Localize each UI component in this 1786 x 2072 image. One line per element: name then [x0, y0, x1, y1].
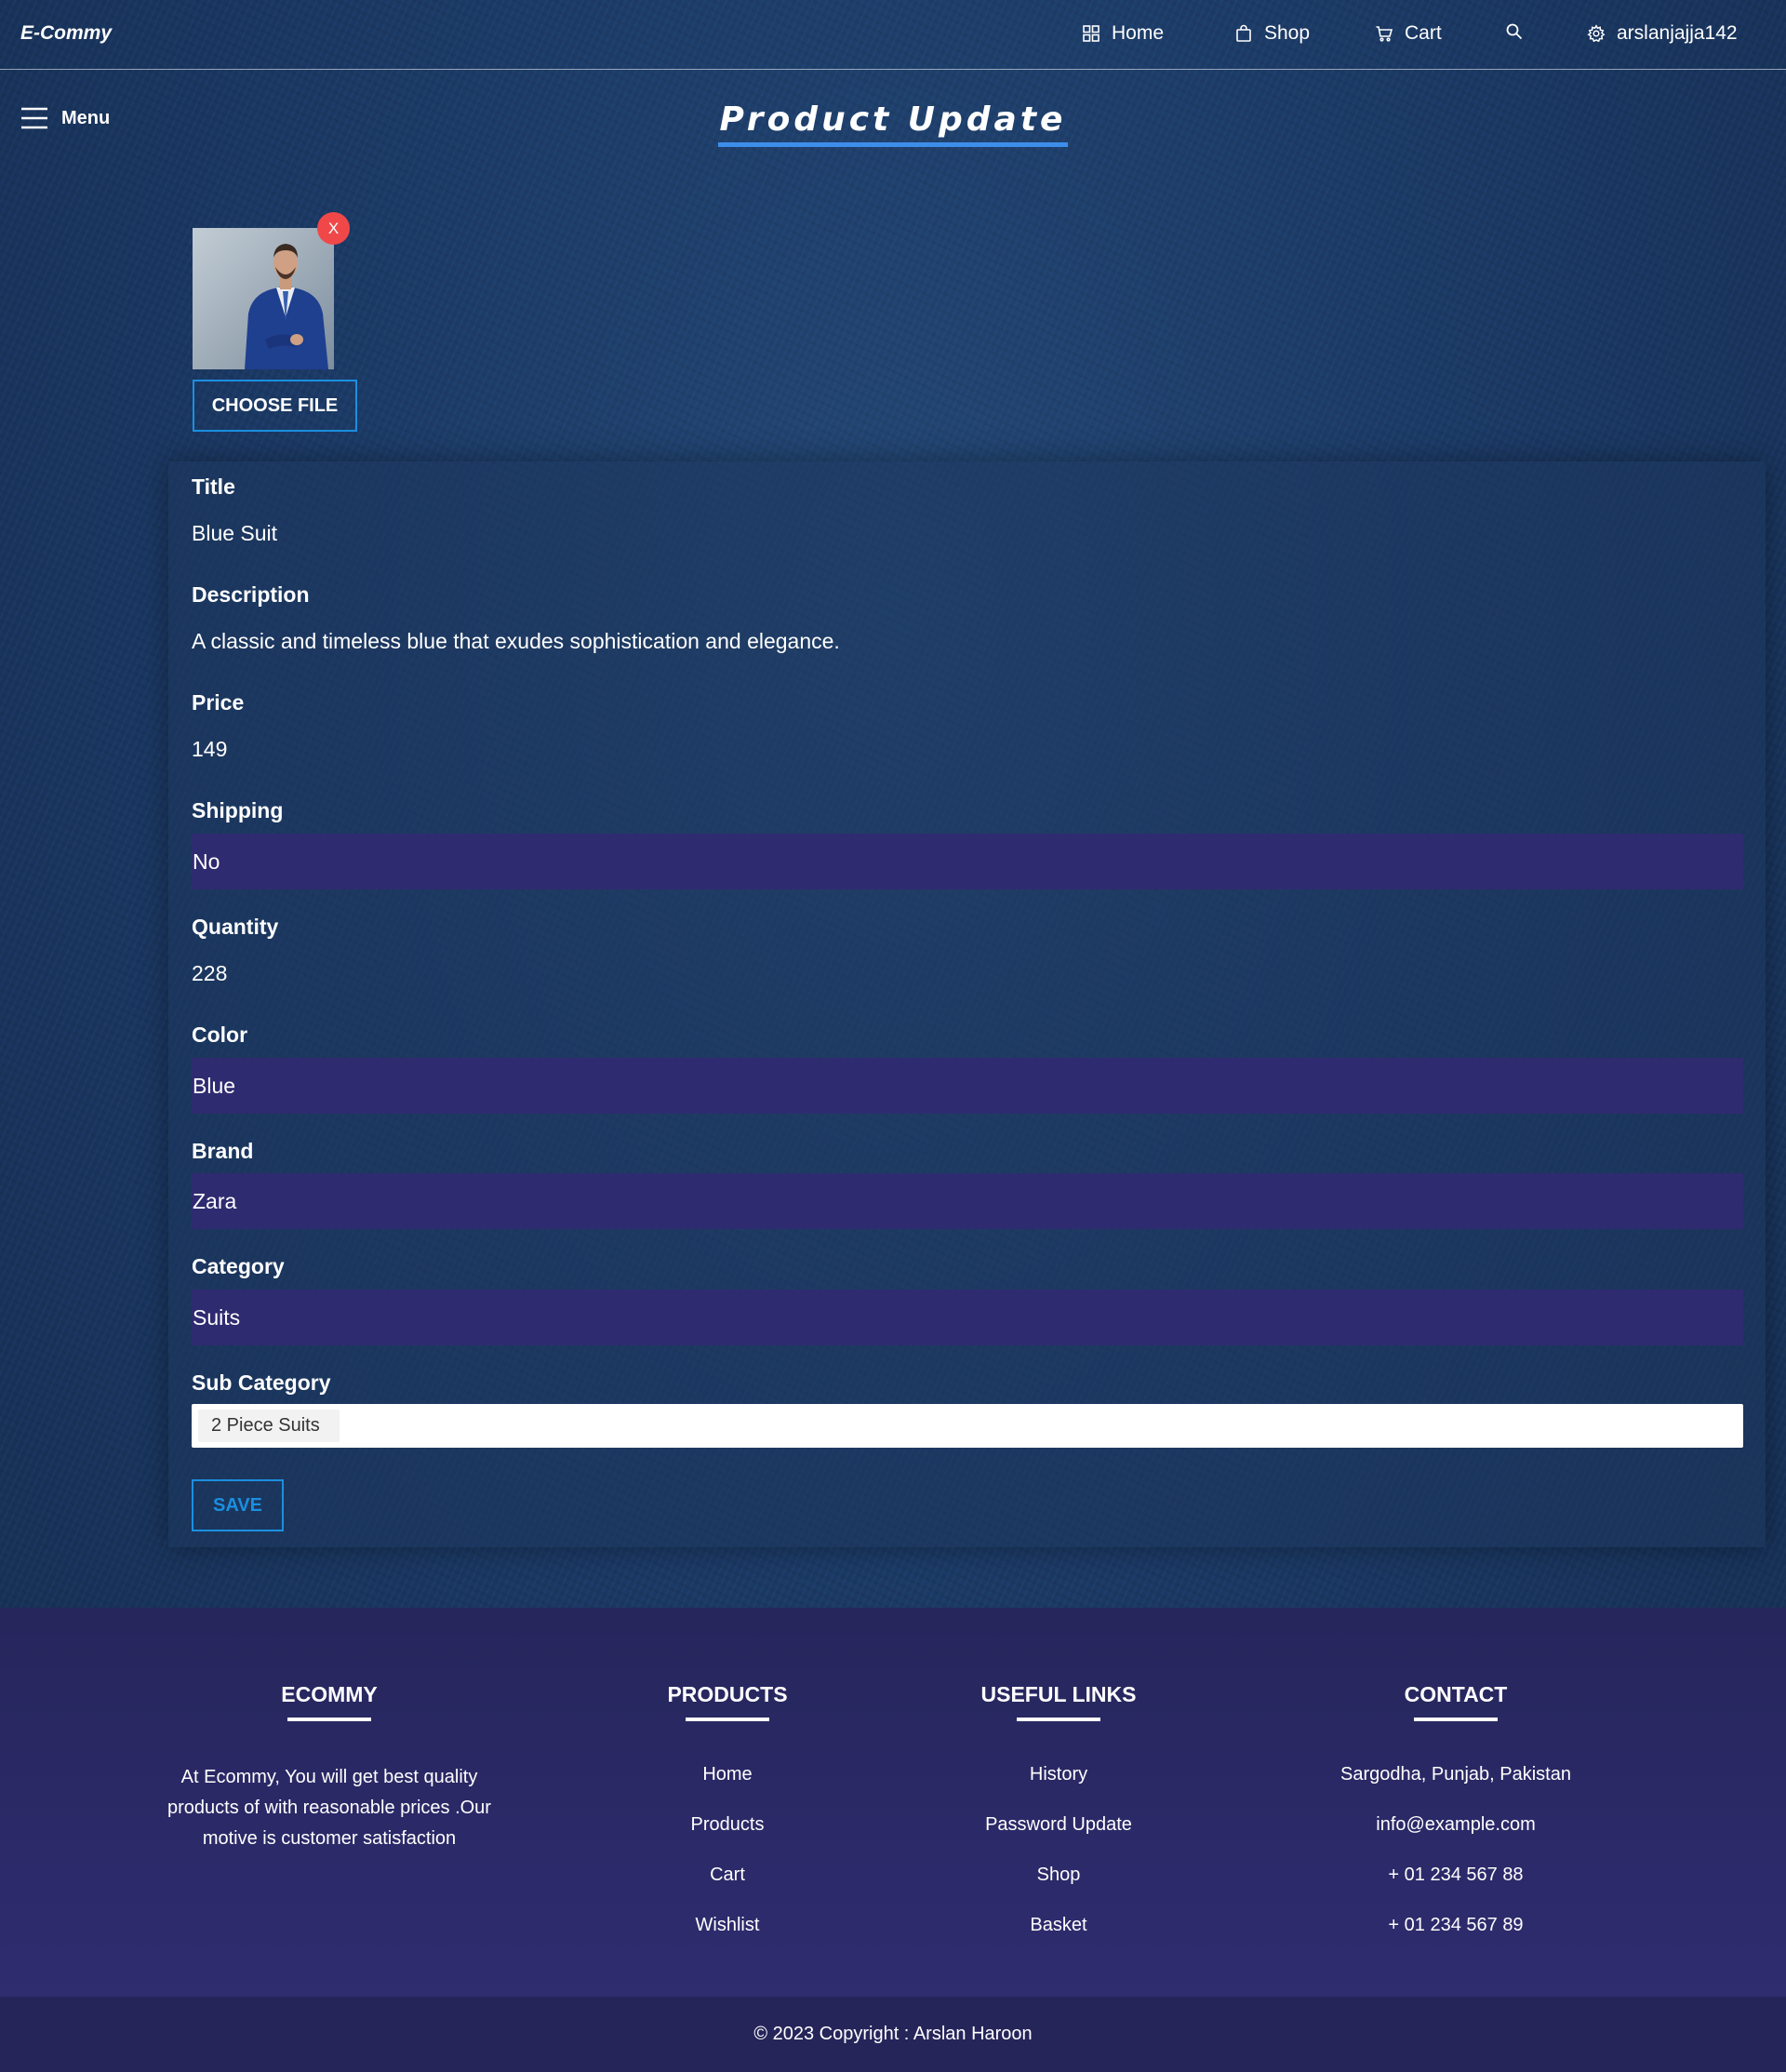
footer-link-basket[interactable]: Basket [919, 1915, 1198, 1936]
footer-heading-underline [686, 1718, 769, 1721]
category-select[interactable]: Suits [192, 1290, 1743, 1345]
nav-shop-label: Shop [1264, 22, 1311, 44]
shopping-bag-icon [1236, 24, 1251, 42]
footer-products-heading: PRODUCTS [667, 1682, 788, 1706]
footer-link-products[interactable]: Products [588, 1814, 867, 1836]
description-field[interactable]: A classic and timeless blue that exudes … [192, 629, 840, 654]
top-navbar: E-Commy Home Shop Cart arslanjajja142 [0, 0, 1786, 70]
nav-search-button[interactable] [1505, 22, 1524, 41]
product-form [168, 461, 1766, 1547]
grid-icon [1083, 25, 1100, 42]
color-label: Color [192, 1023, 248, 1047]
footer-heading-underline [1414, 1718, 1498, 1721]
footer-useful-links-heading: USEFUL LINKS [980, 1682, 1137, 1706]
footer-contact-address: Sargodha, Punjab, Pakistan [1340, 1764, 1571, 1785]
remove-image-button[interactable]: X [317, 212, 350, 245]
sub-category-label: Sub Category [192, 1370, 331, 1395]
brand-label: Brand [192, 1139, 254, 1163]
category-label: Category [192, 1254, 285, 1278]
footer-about-heading: ECOMMY [281, 1682, 378, 1706]
shipping-select[interactable]: No [192, 834, 1743, 889]
title-field[interactable]: Blue Suit [192, 521, 277, 546]
color-select[interactable]: Blue [192, 1058, 1743, 1114]
sub-category-multiselect[interactable]: 2 Piece Suits [192, 1404, 1743, 1448]
footer-link-wishlist[interactable]: Wishlist [588, 1915, 867, 1936]
nav-user-settings[interactable]: arslanjajja142 [1587, 22, 1738, 45]
footer-link-password-update[interactable]: Password Update [919, 1814, 1198, 1836]
footer-contact-email[interactable]: info@example.com [1279, 1814, 1633, 1836]
footer-contact-phone-2[interactable]: + 01 234 567 89 [1279, 1915, 1633, 1936]
sub-category-tag[interactable]: 2 Piece Suits [198, 1410, 340, 1442]
footer-link-history[interactable]: History [919, 1764, 1198, 1785]
footer-heading-underline [287, 1718, 371, 1721]
footer-about-text: At Ecommy, You will get best quality pro… [167, 1767, 491, 1849]
nav-cart-label: Cart [1405, 22, 1442, 44]
footer-contact-heading: CONTACT [1404, 1682, 1508, 1706]
product-image-thumbnail [193, 228, 334, 369]
nav-home-label: Home [1112, 22, 1165, 44]
quantity-label: Quantity [192, 915, 279, 939]
nav-username: arslanjajja142 [1617, 22, 1738, 44]
quantity-field[interactable]: 228 [192, 961, 227, 986]
shipping-label: Shipping [192, 798, 284, 822]
choose-file-button[interactable]: CHOOSE FILE [193, 380, 357, 432]
price-field[interactable]: 149 [192, 737, 227, 762]
description-label: Description [192, 582, 310, 607]
gear-icon [1587, 24, 1606, 43]
footer-link-shop[interactable]: Shop [919, 1865, 1198, 1886]
brand-logo[interactable]: E-Commy [20, 22, 112, 45]
footer: ECOMMY At Ecommy, You will get best qual… [0, 1608, 1786, 1997]
nav-shop-link[interactable]: Shop [1234, 22, 1310, 45]
footer-link-home[interactable]: Home [588, 1764, 867, 1785]
cart-icon [1376, 26, 1393, 42]
brand-select[interactable]: Zara [192, 1173, 1743, 1229]
price-label: Price [192, 690, 245, 715]
product-photo [193, 228, 334, 369]
search-icon [1506, 23, 1523, 40]
nav-home-link[interactable]: Home [1082, 22, 1164, 45]
footer-link-cart[interactable]: Cart [588, 1865, 867, 1886]
title-label: Title [192, 475, 235, 499]
footer-heading-underline [1017, 1718, 1100, 1721]
page-title-text: Product Update [717, 100, 1069, 147]
nav-cart-link[interactable]: Cart [1375, 22, 1442, 45]
footer-contact-phone-1[interactable]: + 01 234 567 88 [1279, 1865, 1633, 1886]
save-button[interactable]: SAVE [192, 1479, 284, 1531]
page-title: Product Update [0, 100, 1786, 147]
copyright-bar: © 2023 Copyright : Arslan Haroon [0, 1997, 1786, 2072]
